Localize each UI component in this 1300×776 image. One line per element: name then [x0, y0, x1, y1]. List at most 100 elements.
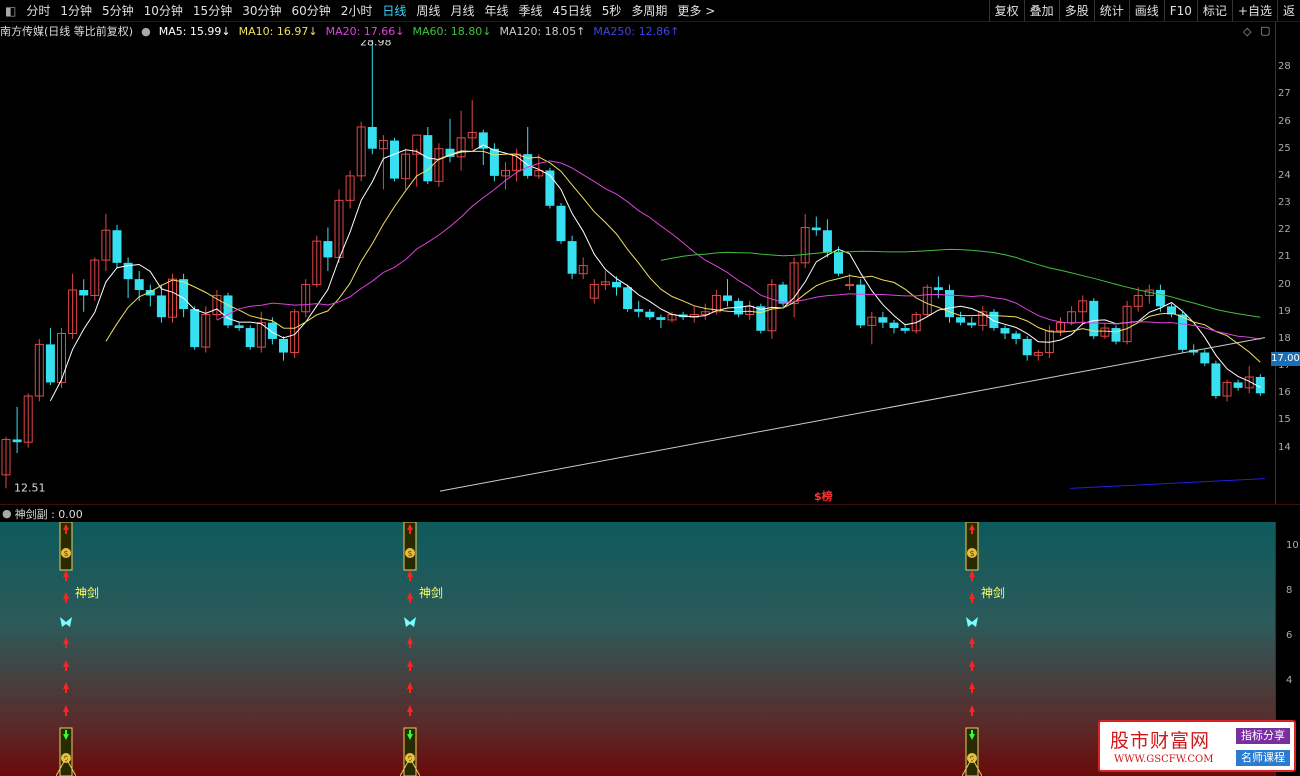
period-tab-0[interactable]: 分时	[21, 0, 55, 22]
candle-body-down	[279, 338, 288, 353]
candle-body-down	[723, 295, 732, 301]
candle-body-down	[856, 284, 866, 326]
stock-title: 南方传媒(日线 等比前复权)	[0, 25, 134, 38]
watermark-logo: 股市财富网 WWW.GSCFW.COM 指标分享 名师课程	[1098, 720, 1296, 772]
price-tick: 18	[1278, 332, 1291, 344]
ma20-value: MA20: 17.66↓	[325, 24, 405, 38]
ma5-value: MA5: 15.99↓	[158, 24, 231, 38]
candle-body-down	[556, 205, 566, 242]
ma250-line	[1069, 478, 1266, 489]
candle-body-down	[156, 295, 166, 318]
period-tab-2[interactable]: 5分钟	[97, 0, 139, 22]
candle-body-down	[390, 140, 399, 179]
toolbar-button-4[interactable]: 画线	[1128, 0, 1164, 22]
sword-signal[interactable]: $ $	[56, 522, 76, 776]
settings-icon[interactable]: ●	[141, 25, 151, 38]
candle-body-down	[267, 322, 277, 339]
candle-body-down	[134, 279, 144, 291]
signal-column-svg: $$	[400, 522, 420, 776]
ma10-value: MA10: 16.97↓	[238, 24, 318, 38]
price-axis: 282726252423222120191817161514	[1275, 22, 1300, 504]
candle-body-down	[1211, 363, 1221, 397]
candle-body-down	[1233, 382, 1243, 388]
candle-body-down	[822, 230, 832, 252]
svg-text:$: $	[63, 549, 68, 558]
period-tab-13[interactable]: 45日线	[547, 0, 596, 22]
diamond-icon[interactable]: ◇	[1243, 25, 1251, 38]
period-tab-14[interactable]: 5秒	[597, 0, 627, 22]
period-tab-5[interactable]: 30分钟	[237, 0, 286, 22]
toolbar-button-1[interactable]: 叠加	[1023, 0, 1059, 22]
candle-body-down	[79, 290, 89, 296]
sword-signal[interactable]: $ $	[400, 522, 420, 776]
candle-body-down	[12, 439, 22, 443]
period-tab-1[interactable]: 1分钟	[55, 0, 97, 22]
candle-body-down	[956, 317, 966, 323]
price-tick: 28	[1278, 61, 1291, 73]
current-price-tag: 17.00	[1271, 352, 1300, 366]
period-tab-8[interactable]: 日线	[377, 0, 411, 22]
period-tab-16[interactable]: 更多 >	[672, 0, 720, 22]
price-tick: 23	[1278, 197, 1291, 209]
period-toolbar: ◧ 分时 1分钟 5分钟 10分钟 15分钟 30分钟 60分钟 2小时 日线 周线 月线 年线 季线 4…	[0, 0, 1300, 22]
candle-body-down	[1200, 352, 1210, 364]
toolbar-button-0[interactable]: 复权	[988, 0, 1024, 22]
candle-body-down	[234, 325, 244, 329]
expand-icon[interactable]: ▢	[1260, 24, 1270, 37]
window-menu-icon[interactable]: ◧	[0, 0, 21, 22]
watermark-tag-share: 指标分享	[1236, 728, 1290, 744]
candle-body-down	[967, 322, 977, 326]
toolbar-right-buttons: 复权 叠加 多股 统计 画线 F10 标记 +自选返	[988, 0, 1300, 22]
period-tab-4[interactable]: 15分钟	[188, 0, 237, 22]
price-tick: 24	[1278, 169, 1291, 181]
period-tab-15[interactable]: 多周期	[626, 0, 672, 22]
signal-column-svg: $$	[962, 522, 982, 776]
toolbar-button-3[interactable]: 统计	[1093, 0, 1129, 22]
candle-body-down	[145, 290, 155, 296]
sword-signal[interactable]: $ $	[962, 522, 982, 776]
toolbar-button-8[interactable]: 返	[1276, 0, 1300, 22]
candle-body-down	[45, 344, 55, 383]
candle-body-down	[489, 148, 499, 176]
indicator-title: 神剑副 : 0.00	[14, 507, 83, 521]
candle-body-down	[656, 317, 666, 320]
ma120-value: MA120: 18.05↑	[499, 24, 586, 38]
indicator-toggle-icon[interactable]: ●	[2, 507, 12, 520]
period-tab-3[interactable]: 10分钟	[139, 0, 188, 22]
period-tab-11[interactable]: 年线	[479, 0, 513, 22]
candle-body-down	[645, 311, 655, 318]
candle-body-down	[1000, 328, 1010, 334]
indicator-panel[interactable]: $ $ 神剑 $ $ 神剑 $ $ 神剑	[0, 522, 1275, 776]
watermark-title: 股市财富网	[1110, 730, 1211, 752]
period-tab-12[interactable]: 季线	[513, 0, 547, 22]
ma-legend: 南方传媒(日线 等比前复权) ● MA5: 15.99↓ MA10: 16.97…	[0, 22, 687, 40]
price-tick: 25	[1278, 142, 1291, 154]
period-tab-7[interactable]: 2小时	[336, 0, 378, 22]
price-tick: 20	[1278, 278, 1291, 290]
candle-body-down	[878, 317, 888, 323]
price-tick: 14	[1278, 441, 1291, 453]
candle-body-down	[367, 126, 377, 149]
low-price-label: 12.51	[14, 481, 46, 494]
period-tab-9[interactable]: 周线	[411, 0, 445, 22]
toolbar-button-7[interactable]: +自选	[1231, 0, 1277, 22]
period-tab-10[interactable]: 月线	[445, 0, 479, 22]
candle-body-down	[989, 311, 999, 329]
candle-body-down	[612, 281, 621, 288]
sword-label: 神剑	[981, 586, 1006, 600]
indicator-tick: 4	[1286, 675, 1293, 686]
candle-body-down	[1022, 338, 1032, 356]
period-tab-6[interactable]: 60分钟	[286, 0, 335, 22]
price-tick: 19	[1278, 305, 1291, 317]
toolbar-button-6[interactable]: 标记	[1196, 0, 1232, 22]
toolbar-button-5[interactable]: F10	[1163, 0, 1197, 22]
ma60-value: MA60: 18.80↓	[412, 24, 492, 38]
event-marker[interactable]: $榜	[814, 488, 833, 504]
candle-body-down	[889, 322, 899, 329]
ma5-line	[49, 144, 1261, 402]
high-price-label: 28.98	[360, 40, 392, 49]
toolbar-button-2[interactable]: 多股	[1058, 0, 1094, 22]
ma250-value: MA250: 12.86↑	[593, 24, 680, 38]
candle-body-down	[811, 227, 821, 231]
candlestick-chart[interactable]: 28.98 12.51	[0, 36, 1275, 502]
